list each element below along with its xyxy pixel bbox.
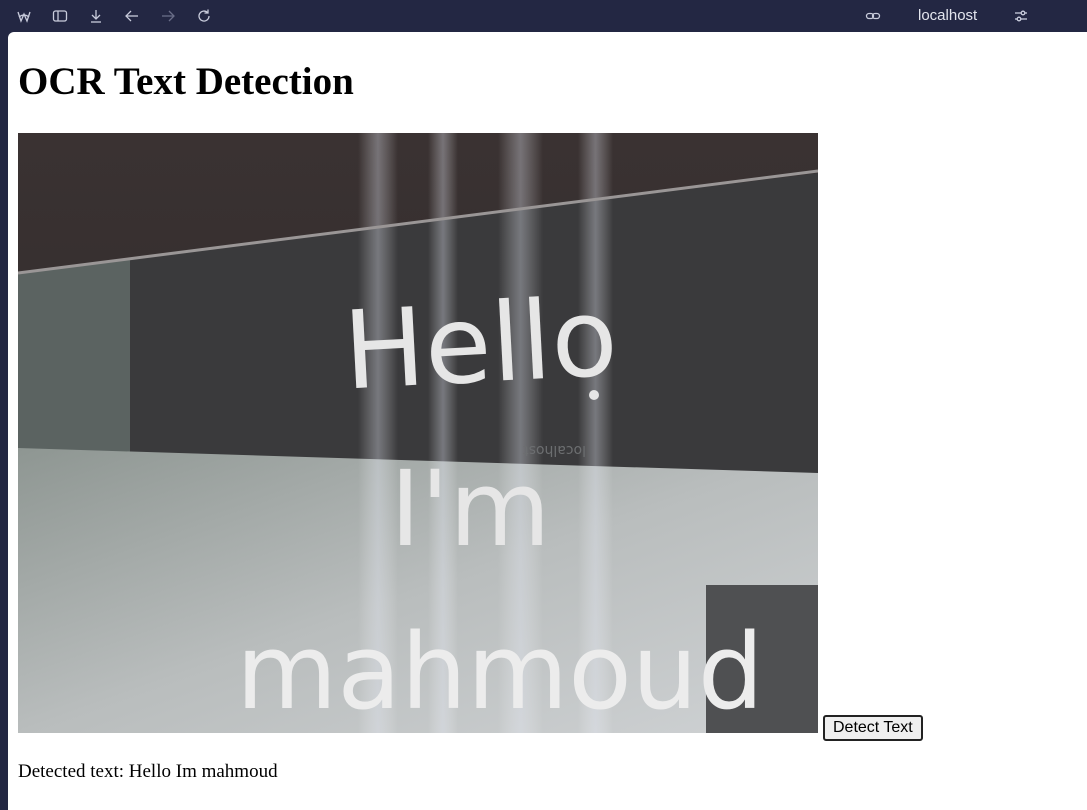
browser-toolbar: localhost (0, 0, 1087, 32)
detect-text-button[interactable]: Detect Text (823, 715, 923, 741)
page-viewport: OCR Text Detection Hello localhost I'm m… (8, 32, 1087, 810)
forward-arrow-icon[interactable] (159, 7, 177, 25)
back-arrow-icon[interactable] (123, 7, 141, 25)
reload-icon[interactable] (195, 7, 213, 25)
detected-text-value: Hello Im mahmoud (128, 761, 278, 782)
link-icon[interactable] (864, 7, 882, 25)
sidebar-toggle-icon[interactable] (51, 7, 69, 25)
download-icon[interactable] (87, 7, 105, 25)
webcam-text-im: I'm (390, 448, 551, 570)
webcam-text-hello: Hello (341, 275, 621, 414)
settings-sliders-icon[interactable] (1012, 7, 1030, 25)
detected-text-output: Detected text: Hello Im mahmoud (18, 761, 278, 783)
webcam-text-mahmoud: mahmoud (236, 611, 764, 733)
address-bar-url[interactable]: localhost (918, 7, 977, 25)
webcam-video-feed: Hello localhost I'm mahmoud (18, 133, 818, 733)
page-title: OCR Text Detection (18, 60, 354, 103)
detected-text-label: Detected text: (18, 761, 129, 782)
app-logo-icon[interactable] (15, 7, 33, 25)
